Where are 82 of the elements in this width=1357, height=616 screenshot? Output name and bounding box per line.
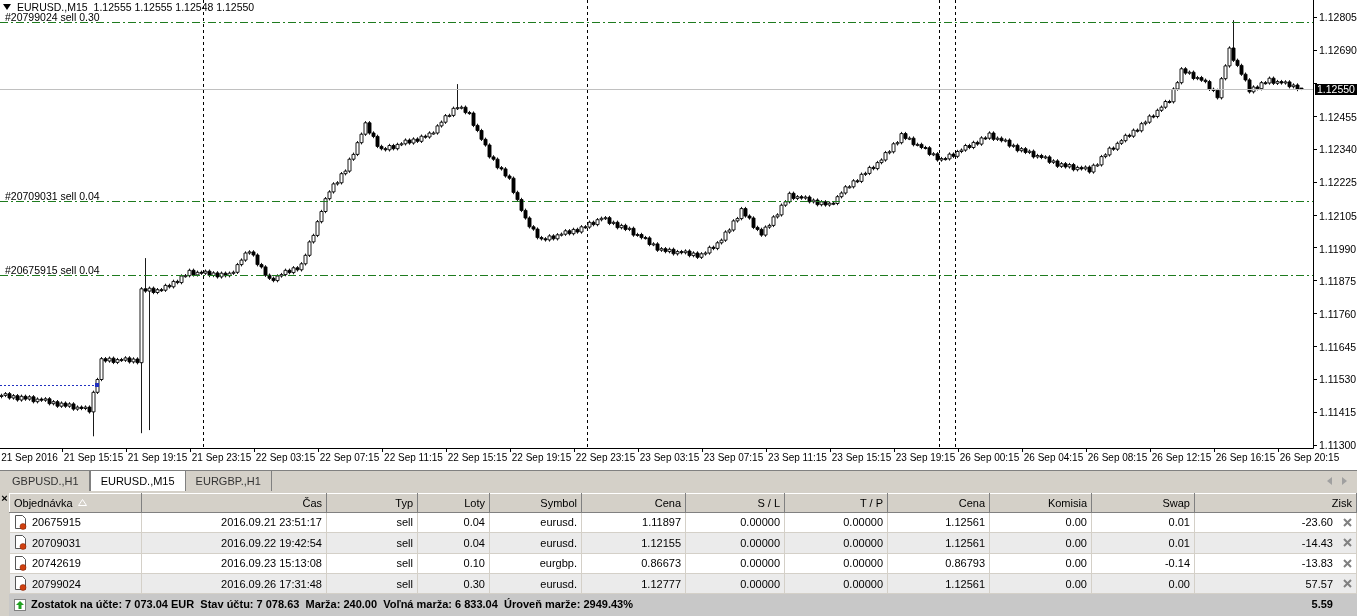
time-label: 26 Sep 08:15 bbox=[1087, 452, 1148, 464]
order-label: #20675915 sell 0.04 bbox=[5, 263, 100, 276]
table-cell: 0.86673 bbox=[581, 553, 686, 574]
time-label: 26 Sep 00:15 bbox=[959, 452, 1020, 464]
table-cell: 0.01 bbox=[1091, 512, 1195, 533]
table-cell: 0.00 bbox=[989, 553, 1092, 574]
time-label: 22 Sep 15:15 bbox=[447, 452, 508, 464]
time-label: 23 Sep 03:15 bbox=[639, 452, 700, 464]
time-label: 26 Sep 04:15 bbox=[1023, 452, 1084, 464]
price-label: 1.12455 bbox=[1319, 110, 1357, 123]
account-summary: Zostatok na účte: 7 073.04 EUR Stav účtu: 7 078.63 Marža: 240.00 Voľná marža: 6 833.04 Úroveň marže: 2949.43% bbox=[31, 597, 633, 613]
chart-ohlc: 1.12555 1.12555 1.12548 1.12550 bbox=[93, 1, 255, 13]
table-cell-text: -13.83 bbox=[1301, 556, 1333, 572]
price-label: 1.12690 bbox=[1319, 43, 1357, 56]
time-label: 26 Sep 20:15 bbox=[1279, 452, 1340, 464]
table-cell: 0.00000 bbox=[685, 512, 785, 533]
time-label: 23 Sep 19:15 bbox=[895, 452, 956, 464]
time-label: 22 Sep 11:15 bbox=[384, 452, 443, 464]
time-label: 22 Sep 19:15 bbox=[511, 452, 572, 464]
column-header[interactable]: Čas bbox=[141, 493, 327, 513]
price-label: 1.11300 bbox=[1319, 438, 1357, 451]
price-label: 1.11875 bbox=[1319, 275, 1357, 288]
time-label: 22 Sep 23:15 bbox=[575, 452, 636, 464]
close-button[interactable]: × bbox=[1, 493, 8, 504]
table-cell: 0.10 bbox=[417, 553, 490, 574]
time-label: 22 Sep 03:15 bbox=[255, 452, 316, 464]
table-cell: 0.00000 bbox=[784, 512, 888, 533]
time-label: 23 Sep 11:15 bbox=[768, 452, 827, 464]
order-label: #20709031 sell 0.04 bbox=[5, 189, 100, 202]
table-cell: eurusd. bbox=[489, 512, 582, 533]
time-label: 21 Sep 19:15 bbox=[127, 452, 188, 464]
table-cell: 2016.09.21 23:51:17 bbox=[141, 512, 327, 533]
column-header[interactable]: Cena bbox=[581, 493, 686, 513]
table-cell: 0.86793 bbox=[887, 553, 990, 574]
price-label: 1.11530 bbox=[1319, 373, 1357, 386]
column-header[interactable]: Swap bbox=[1091, 493, 1195, 513]
time-label: 26 Sep 16:15 bbox=[1215, 452, 1276, 464]
current-price-label: 1.12550 bbox=[1315, 84, 1357, 95]
chart-tab[interactable]: EURUSD.,M15 bbox=[89, 471, 186, 491]
time-label: 26 Sep 12:15 bbox=[1151, 452, 1212, 464]
chart-symbol: EURUSD.,M15 bbox=[17, 1, 88, 13]
column-header[interactable]: Symbol bbox=[489, 493, 582, 513]
table-cell: -0.14 bbox=[1091, 553, 1195, 574]
table-cell-text: 57.57 bbox=[1305, 576, 1333, 592]
table-cell: 0.00000 bbox=[685, 553, 785, 574]
price-label: 1.11990 bbox=[1319, 242, 1357, 255]
price-label: 1.11645 bbox=[1319, 340, 1357, 353]
table-cell: 2016.09.23 15:13:08 bbox=[141, 553, 327, 574]
total-profit: 5.59 bbox=[1194, 594, 1357, 616]
time-label: 22 Sep 07:15 bbox=[319, 452, 380, 464]
price-label: 1.12225 bbox=[1319, 175, 1357, 188]
table-cell-text: 20742619 bbox=[32, 556, 81, 572]
table-cell: 1.11897 bbox=[581, 512, 686, 533]
table-cell: eurgbp. bbox=[489, 553, 582, 574]
time-label: 21 Sep 23:15 bbox=[191, 452, 252, 464]
time-label: 23 Sep 07:15 bbox=[703, 452, 764, 464]
column-header[interactable]: Komisia bbox=[989, 493, 1092, 513]
table-cell: 1.12561 bbox=[887, 512, 990, 533]
column-header[interactable]: Cena bbox=[887, 493, 990, 513]
column-header[interactable]: Typ bbox=[326, 493, 418, 513]
table-cell: 0.00000 bbox=[784, 553, 888, 574]
column-header[interactable]: Loty bbox=[417, 493, 490, 513]
table-cell-text: 20709031 bbox=[32, 535, 81, 551]
price-label: 1.12105 bbox=[1319, 210, 1357, 223]
column-header[interactable]: S / L bbox=[685, 493, 785, 513]
column-header[interactable]: Zisk bbox=[1194, 493, 1357, 513]
table-cell-text: -14.43 bbox=[1301, 535, 1333, 551]
price-label: 1.12805 bbox=[1319, 11, 1357, 24]
table-cell: sell bbox=[326, 553, 418, 574]
price-label: 1.12340 bbox=[1319, 143, 1357, 156]
column-header[interactable]: T / P bbox=[784, 493, 888, 513]
table-cell: 0.00 bbox=[989, 512, 1092, 533]
table-cell: 0.04 bbox=[417, 512, 490, 533]
time-label: 21 Sep 2016 bbox=[1, 452, 58, 464]
table-cell: sell bbox=[326, 512, 418, 533]
price-label: 1.11760 bbox=[1319, 308, 1357, 321]
table-cell-text: 20675915 bbox=[32, 515, 81, 531]
time-label: 21 Sep 15:15 bbox=[63, 452, 124, 464]
time-label: 23 Sep 15:15 bbox=[831, 452, 892, 464]
price-label: 1.11415 bbox=[1319, 406, 1357, 419]
table-cell-text: -23.60 bbox=[1301, 515, 1333, 531]
table-cell-text: 20799024 bbox=[32, 576, 81, 592]
